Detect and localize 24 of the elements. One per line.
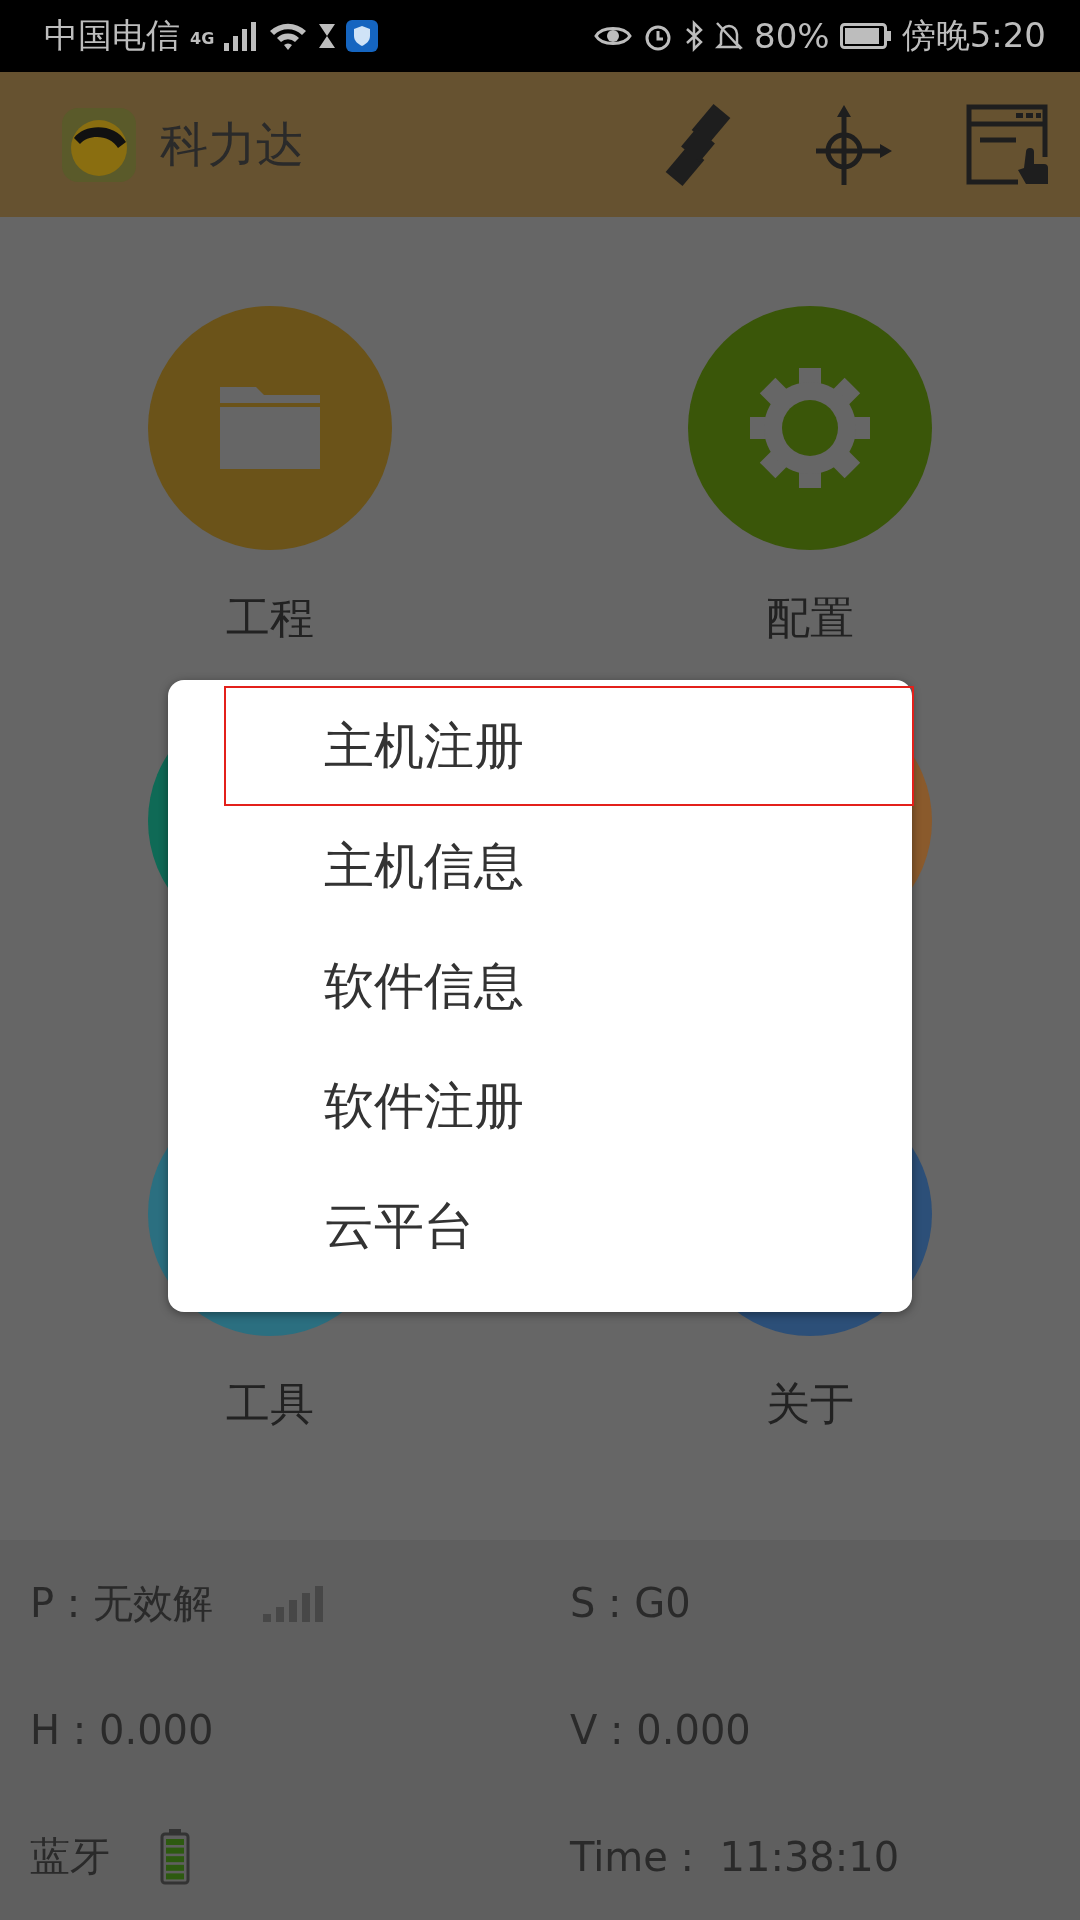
network-type: 4G	[190, 29, 215, 48]
menu-item[interactable]: 主机信息	[224, 806, 914, 926]
menu-item[interactable]: 软件信息	[224, 926, 914, 1046]
app-logo-icon	[62, 107, 136, 182]
tile-label: 工具	[226, 1377, 314, 1431]
shield-icon	[346, 20, 379, 52]
signal-icon	[224, 21, 259, 51]
tile-label: 配置	[766, 591, 854, 645]
battery-icon	[160, 1828, 190, 1885]
carrier-name: 中国电信	[44, 14, 180, 57]
menu-item[interactable]: 主机注册	[224, 686, 914, 806]
battery-percent: 80%	[754, 16, 830, 56]
tile-label: 工程	[226, 591, 314, 645]
bluetooth-icon	[684, 20, 705, 52]
menu-item[interactable]: 云平台	[224, 1166, 914, 1286]
gear-icon	[748, 366, 872, 490]
muted-bell-icon	[714, 20, 745, 52]
wifi-icon	[268, 21, 309, 51]
clock-time: 傍晚5:20	[901, 14, 1046, 57]
tile-label: 关于	[766, 1377, 854, 1431]
battery-icon	[839, 23, 892, 49]
app-title: 科力达	[160, 114, 305, 174]
hourglass-icon	[318, 23, 337, 49]
menu-item[interactable]: 软件注册	[224, 1046, 914, 1166]
